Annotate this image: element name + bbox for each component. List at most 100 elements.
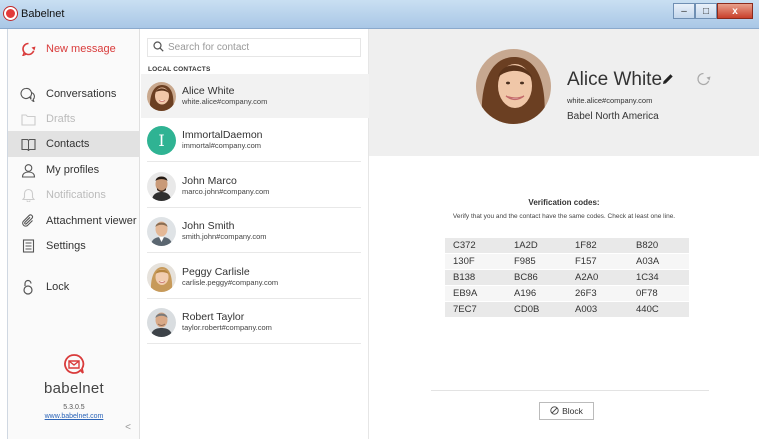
drafts-icon [20,111,36,127]
window-title: Babelnet [21,8,65,20]
edit-pencil-icon[interactable] [662,73,674,88]
minimize-button[interactable]: – [673,3,695,19]
block-contact-button[interactable]: Block [539,402,594,420]
sidebar-item-label: Notifications [46,189,106,201]
code-row[interactable]: 7EC7 CD0B A003 440C [445,302,689,317]
code-cell: B138 [453,272,476,283]
verification-description: Verify that you and the contact have the… [452,213,676,220]
app-logo-icon [4,7,17,20]
contact-name: Peggy Carlisle [182,266,250,278]
code-cell: 440C [636,304,659,315]
sidebar-item-attachment-viewer[interactable]: Attachment viewer [8,208,140,234]
sidebar-item-label: Lock [46,281,70,293]
avatar [147,171,176,201]
code-cell: C372 [453,240,476,251]
search-icon [153,40,164,55]
new-message-button[interactable]: New message [8,36,140,62]
website-link[interactable]: www.babelnet.com [8,413,140,420]
code-row[interactable]: B138 BC86 A2A0 1C34 [445,270,689,285]
contacts-panel: LOCAL CONTACTS Alice White white.alice#c… [141,29,369,439]
paperclip-icon [20,213,36,229]
sidebar-item-contacts[interactable]: Contacts [8,131,140,157]
contact-name: John Smith [182,220,235,232]
contact-detail-header: Alice White white.alice#company.com Babe… [369,29,759,156]
contact-item-immortaldaemon[interactable]: I ImmortalDaemon immortal#company.com [141,118,369,162]
contact-email: white.alice#company.com [182,97,268,106]
code-cell: A196 [514,288,537,299]
code-cell: A03A [636,256,660,267]
avatar [147,262,176,292]
contact-name: Alice White [182,85,235,97]
avatar [147,307,176,337]
contact-item-alice-white[interactable]: Alice White white.alice#company.com [141,74,369,118]
verification-title: Verification codes: [528,198,600,207]
sidebar-item-label: Conversations [46,88,117,100]
sidebar-item-lock[interactable]: Lock [8,274,140,300]
code-row[interactable]: EB9A A196 26F3 0F78 [445,286,689,301]
maximize-button[interactable]: □ [695,3,717,19]
search-input[interactable] [168,42,348,53]
bell-icon [20,187,36,203]
section-title-local-contacts: LOCAL CONTACTS [148,66,211,73]
divider [147,207,361,208]
sidebar: New message Conversations Drafts Contact… [7,29,140,439]
sidebar-item-conversations[interactable]: Conversations [8,81,140,107]
contact-email: taylor.robert#company.com [182,323,272,332]
avatar [147,216,176,246]
code-cell: EB9A [453,288,478,299]
code-cell: 1F82 [575,240,597,251]
code-cell: A2A0 [575,272,599,283]
contact-email: immortal#company.com [182,141,262,150]
app-version: 5.3.0.5 [63,404,85,411]
new-message-label: New message [46,43,116,55]
block-label: Block [562,406,583,416]
contact-item-john-marco[interactable]: John Marco marco.john#company.com [141,164,369,208]
sync-icon[interactable] [696,72,711,89]
sidebar-item-settings[interactable]: Settings [8,233,140,259]
sidebar-item-my-profiles[interactable]: My profiles [8,157,140,183]
contact-email: carlisle.peggy#company.com [182,278,279,287]
conversations-icon [20,86,36,102]
contact-avatar-large [476,49,551,124]
contact-email: marco.john#company.com [182,187,270,196]
settings-icon [20,238,36,254]
contact-name: ImmortalDaemon [182,129,263,141]
window-controls: – □ x [673,3,753,19]
contact-name: Robert Taylor [182,311,245,323]
code-cell: B820 [636,240,659,251]
code-cell: 130F [453,256,475,267]
contact-item-robert-taylor[interactable]: Robert Taylor taylor.robert#company.com [141,300,369,344]
babelnet-logo-icon [8,353,140,378]
contact-name: John Marco [182,175,237,187]
sidebar-item-label: Attachment viewer [46,215,137,227]
code-cell: F985 [514,256,536,267]
avatar: I [147,125,176,155]
code-cell: 26F3 [575,288,597,299]
sidebar-item-notifications[interactable]: Notifications [8,182,140,208]
brand-block: babelnet 5.3.0.5 www.babelnet.com [8,353,140,420]
code-cell: F157 [575,256,597,267]
block-icon [550,405,559,417]
sidebar-item-drafts[interactable]: Drafts [8,106,140,132]
window-titlebar: Babelnet – □ x [0,0,759,29]
contacts-icon [20,136,36,152]
divider [147,161,361,162]
contact-item-john-smith[interactable]: John Smith smith.john#company.com [141,209,369,253]
contact-item-peggy-carlisle[interactable]: Peggy Carlisle carlisle.peggy#company.co… [141,255,369,299]
close-button[interactable]: x [717,3,753,19]
new-message-icon [20,41,36,57]
code-cell: 7EC7 [453,304,477,315]
sidebar-item-label: Drafts [46,113,76,125]
code-cell: 1C34 [636,272,659,283]
code-cell: BC86 [514,272,538,283]
divider [147,252,361,253]
contact-email: smith.john#company.com [182,232,267,241]
code-row[interactable]: C372 1A2D 1F82 B820 [445,238,689,253]
collapse-sidebar-button[interactable]: < [125,422,131,433]
avatar [147,81,176,111]
brand-name: babelnet [44,380,104,397]
code-row[interactable]: 130F F985 F157 A03A [445,254,689,269]
divider [147,343,361,344]
divider [431,390,709,391]
divider [147,298,361,299]
